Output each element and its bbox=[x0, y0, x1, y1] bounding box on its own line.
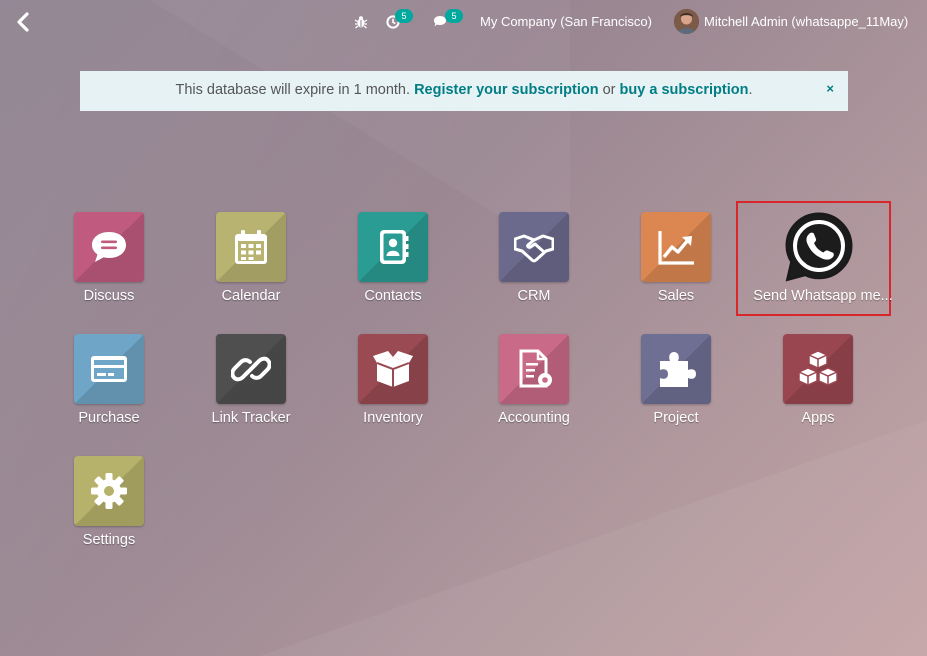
app-label: Accounting bbox=[498, 410, 570, 426]
banner-or: or bbox=[602, 82, 616, 98]
company-switcher[interactable]: My Company (San Francisco) bbox=[480, 14, 652, 29]
activity-count-badge: 5 bbox=[395, 9, 413, 23]
handshake-icon bbox=[499, 212, 569, 282]
app-label: Sales bbox=[657, 288, 695, 304]
app-label: CRM bbox=[517, 288, 551, 304]
app-apps[interactable]: Apps bbox=[758, 334, 878, 444]
banner-period: . bbox=[748, 82, 753, 98]
avatar bbox=[674, 9, 699, 34]
app-label: Apps bbox=[801, 410, 835, 426]
app-accounting[interactable]: Accounting bbox=[474, 334, 594, 444]
app-calendar[interactable]: Calendar bbox=[191, 212, 311, 322]
app-label: Inventory bbox=[363, 410, 423, 426]
top-bar: 5 5 My Company (San Francisco) Mitchell … bbox=[0, 0, 927, 44]
cubes-icon bbox=[783, 334, 853, 404]
user-name: Mitchell Admin (whatsappe_11May) bbox=[704, 14, 909, 29]
address-book-icon bbox=[358, 212, 428, 282]
messages-count-badge: 5 bbox=[445, 9, 463, 23]
activity-button[interactable]: 5 bbox=[386, 9, 416, 34]
app-contacts[interactable]: Contacts bbox=[333, 212, 453, 322]
app-purchase[interactable]: Purchase bbox=[49, 334, 169, 444]
app-label: Calendar bbox=[221, 288, 281, 304]
app-send-whatsapp[interactable]: Send Whatsapp me... bbox=[753, 212, 893, 322]
whatsapp-icon bbox=[784, 212, 854, 282]
credit-card-icon bbox=[74, 334, 144, 404]
app-project[interactable]: Project bbox=[616, 334, 736, 444]
app-crm[interactable]: CRM bbox=[474, 212, 594, 322]
app-settings[interactable]: Settings bbox=[49, 456, 169, 566]
app-label: Purchase bbox=[78, 410, 140, 426]
app-label: Send Whatsapp me... bbox=[753, 288, 893, 304]
app-inventory[interactable]: Inventory bbox=[333, 334, 453, 444]
close-icon[interactable]: × bbox=[826, 81, 834, 96]
gear-icon bbox=[74, 456, 144, 526]
link-icon bbox=[216, 334, 286, 404]
app-discuss[interactable]: Discuss bbox=[49, 212, 169, 322]
app-label: Link Tracker bbox=[211, 410, 291, 426]
app-label: Contacts bbox=[364, 288, 422, 304]
app-label: Settings bbox=[82, 532, 136, 548]
expiration-banner: This database will expire in 1 month. Re… bbox=[80, 71, 848, 111]
app-label: Project bbox=[653, 410, 699, 426]
app-label: Discuss bbox=[83, 288, 135, 304]
box-icon bbox=[358, 334, 428, 404]
bug-icon[interactable] bbox=[354, 10, 370, 34]
invoice-gear-icon bbox=[499, 334, 569, 404]
buy-subscription-link[interactable]: buy a subscription bbox=[620, 82, 749, 98]
chat-bubble-icon bbox=[74, 212, 144, 282]
puzzle-icon bbox=[641, 334, 711, 404]
chevron-left-icon[interactable] bbox=[14, 11, 34, 33]
banner-message: This database will expire in 1 month. bbox=[175, 82, 411, 98]
messages-button[interactable]: 5 bbox=[433, 9, 465, 34]
register-subscription-link[interactable]: Register your subscription bbox=[414, 82, 599, 98]
app-sales[interactable]: Sales bbox=[616, 212, 736, 322]
trend-chart-icon bbox=[641, 212, 711, 282]
app-link-tracker[interactable]: Link Tracker bbox=[191, 334, 311, 444]
calendar-icon bbox=[216, 212, 286, 282]
